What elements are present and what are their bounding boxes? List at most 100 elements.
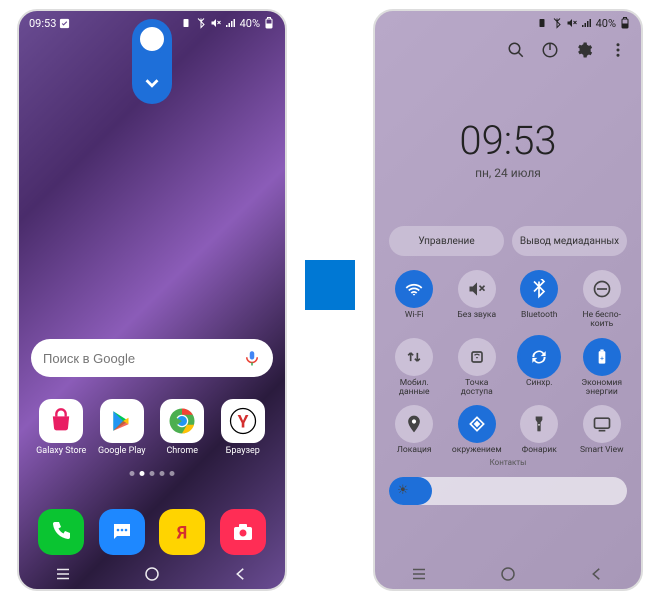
power-icon[interactable] <box>541 41 559 59</box>
brightness-fill <box>389 477 432 505</box>
bluetooth-icon <box>551 17 563 29</box>
nav-home[interactable] <box>142 564 162 584</box>
svg-text:+: + <box>600 354 604 362</box>
camera-icon <box>220 509 266 555</box>
status-time: 09:53 <box>29 17 56 30</box>
qs-tile-flashlight[interactable]: Фонарик <box>508 405 571 455</box>
bluetooth-icon <box>520 270 558 308</box>
app-label: Google Play <box>98 446 146 456</box>
qs-tile-label: Локация <box>397 446 432 455</box>
more-icon[interactable] <box>609 41 627 59</box>
sync-icon <box>517 335 561 379</box>
mobile-data-icon <box>395 338 433 376</box>
qs-tile-label: Мобил. данные <box>386 379 442 398</box>
hotspot-icon <box>458 338 496 376</box>
battery-text: 40% <box>240 17 260 30</box>
search-input[interactable] <box>43 351 243 366</box>
quick-settings-grid: Wi-Fi Без звука Bluetooth Не беспо- коить Мо… <box>375 256 641 462</box>
qs-tile-smartview[interactable]: Smart View <box>571 405 634 455</box>
app-google-play[interactable]: Google Play <box>92 399 153 456</box>
app-chrome[interactable]: Chrome <box>152 399 213 456</box>
qs-tile-mobile-data[interactable]: Мобил. данные <box>383 338 446 398</box>
navigation-bar <box>375 559 641 589</box>
vibrate-icon <box>536 17 548 29</box>
qs-tile-label: Bluetooth <box>521 311 557 320</box>
svg-text:Y: Y <box>237 412 248 432</box>
qs-tile-label: Без звука <box>457 311 496 320</box>
status-bar: 40% <box>375 11 641 35</box>
qs-tile-nearby[interactable]: окружением <box>446 405 509 455</box>
swipe-handle-icon <box>136 23 168 55</box>
qs-tile-hotspot[interactable]: Точка доступа <box>446 338 509 398</box>
smartview-icon <box>583 405 621 443</box>
nav-recents[interactable] <box>53 564 73 584</box>
qs-tile-wifi[interactable]: Wi-Fi <box>383 270 446 330</box>
phone-icon <box>38 509 84 555</box>
device-control-button[interactable]: Управление <box>389 226 504 256</box>
qs-clock: 09:53 пн, 24 июля <box>375 117 641 180</box>
signal-icon <box>581 17 593 29</box>
qs-tile-location[interactable]: Локация <box>383 405 446 455</box>
app-browser[interactable]: Y Браузер <box>213 399 274 456</box>
search-icon[interactable] <box>507 41 525 59</box>
nav-recents[interactable] <box>409 564 429 584</box>
battery-icon <box>263 17 275 29</box>
nav-back[interactable] <box>231 564 251 584</box>
battery-saver-icon: + <box>583 338 621 376</box>
wifi-icon <box>395 270 433 308</box>
navigation-bar <box>19 559 285 589</box>
qs-tile-label: Фонарик <box>522 446 557 455</box>
bluetooth-icon <box>195 17 207 29</box>
svg-text:Я: Я <box>176 524 187 544</box>
gear-icon[interactable] <box>575 41 593 59</box>
mute-icon <box>566 17 578 29</box>
qs-header <box>375 35 641 59</box>
nav-back[interactable] <box>587 564 607 584</box>
vibrate-icon <box>180 17 192 29</box>
qs-tile-dnd[interactable]: Не беспо- коить <box>571 270 634 330</box>
qs-tile-mute[interactable]: Без звука <box>446 270 509 330</box>
qs-tile-label: Wi-Fi <box>405 311 424 320</box>
chrome-icon <box>160 399 204 443</box>
qs-time: 09:53 <box>375 117 641 164</box>
messages-icon <box>99 509 145 555</box>
brightness-slider[interactable]: ☀ <box>389 477 627 505</box>
dnd-icon <box>583 270 621 308</box>
qs-tile-bluetooth[interactable]: Bluetooth <box>508 270 571 330</box>
qs-tile-label: окружением <box>452 446 502 455</box>
mute-icon <box>458 270 496 308</box>
mute-icon <box>210 17 222 29</box>
google-search-bar[interactable] <box>31 339 273 377</box>
dock-phone[interactable] <box>31 509 92 555</box>
nav-home[interactable] <box>498 564 518 584</box>
swipe-down-indicator[interactable] <box>132 19 172 104</box>
app-galaxy-store[interactable]: Galaxy Store <box>31 399 92 456</box>
battery-text: 40% <box>596 17 616 30</box>
qs-tile-label: Синхр. <box>526 379 553 388</box>
qs-tile-label: Точка доступа <box>449 379 505 398</box>
dock-camera[interactable] <box>213 509 274 555</box>
yandex-browser-icon: Y <box>221 399 265 443</box>
sun-icon: ☀ <box>397 483 409 498</box>
dock-yandex[interactable]: Я <box>152 509 213 555</box>
phone-homescreen: 09:53 40% Galaxy Store Google Play <box>17 9 287 591</box>
checkmark-icon <box>59 18 70 29</box>
transition-arrow <box>305 260 355 310</box>
qs-date: пн, 24 июля <box>375 166 641 180</box>
flashlight-icon <box>520 405 558 443</box>
qs-tile-label: Экономия энергии <box>574 379 630 398</box>
app-label: Браузер <box>226 446 260 456</box>
dock-messages[interactable] <box>92 509 153 555</box>
qs-tile-battery-saver[interactable]: + Экономия энергии <box>571 338 634 398</box>
qs-tile-sync[interactable]: Синхр. <box>508 338 571 398</box>
mic-icon[interactable] <box>243 349 261 367</box>
battery-icon <box>619 17 631 29</box>
app-label: Galaxy Store <box>36 446 86 456</box>
yandex-icon: Я <box>159 509 205 555</box>
chevron-down-icon <box>141 72 163 94</box>
signal-icon <box>225 17 237 29</box>
app-row: Galaxy Store Google Play Chrome Y Браузе… <box>19 399 285 456</box>
media-output-button[interactable]: Вывод медиаданных <box>512 226 627 256</box>
dock: Я <box>19 509 285 555</box>
nearby-icon <box>458 405 496 443</box>
